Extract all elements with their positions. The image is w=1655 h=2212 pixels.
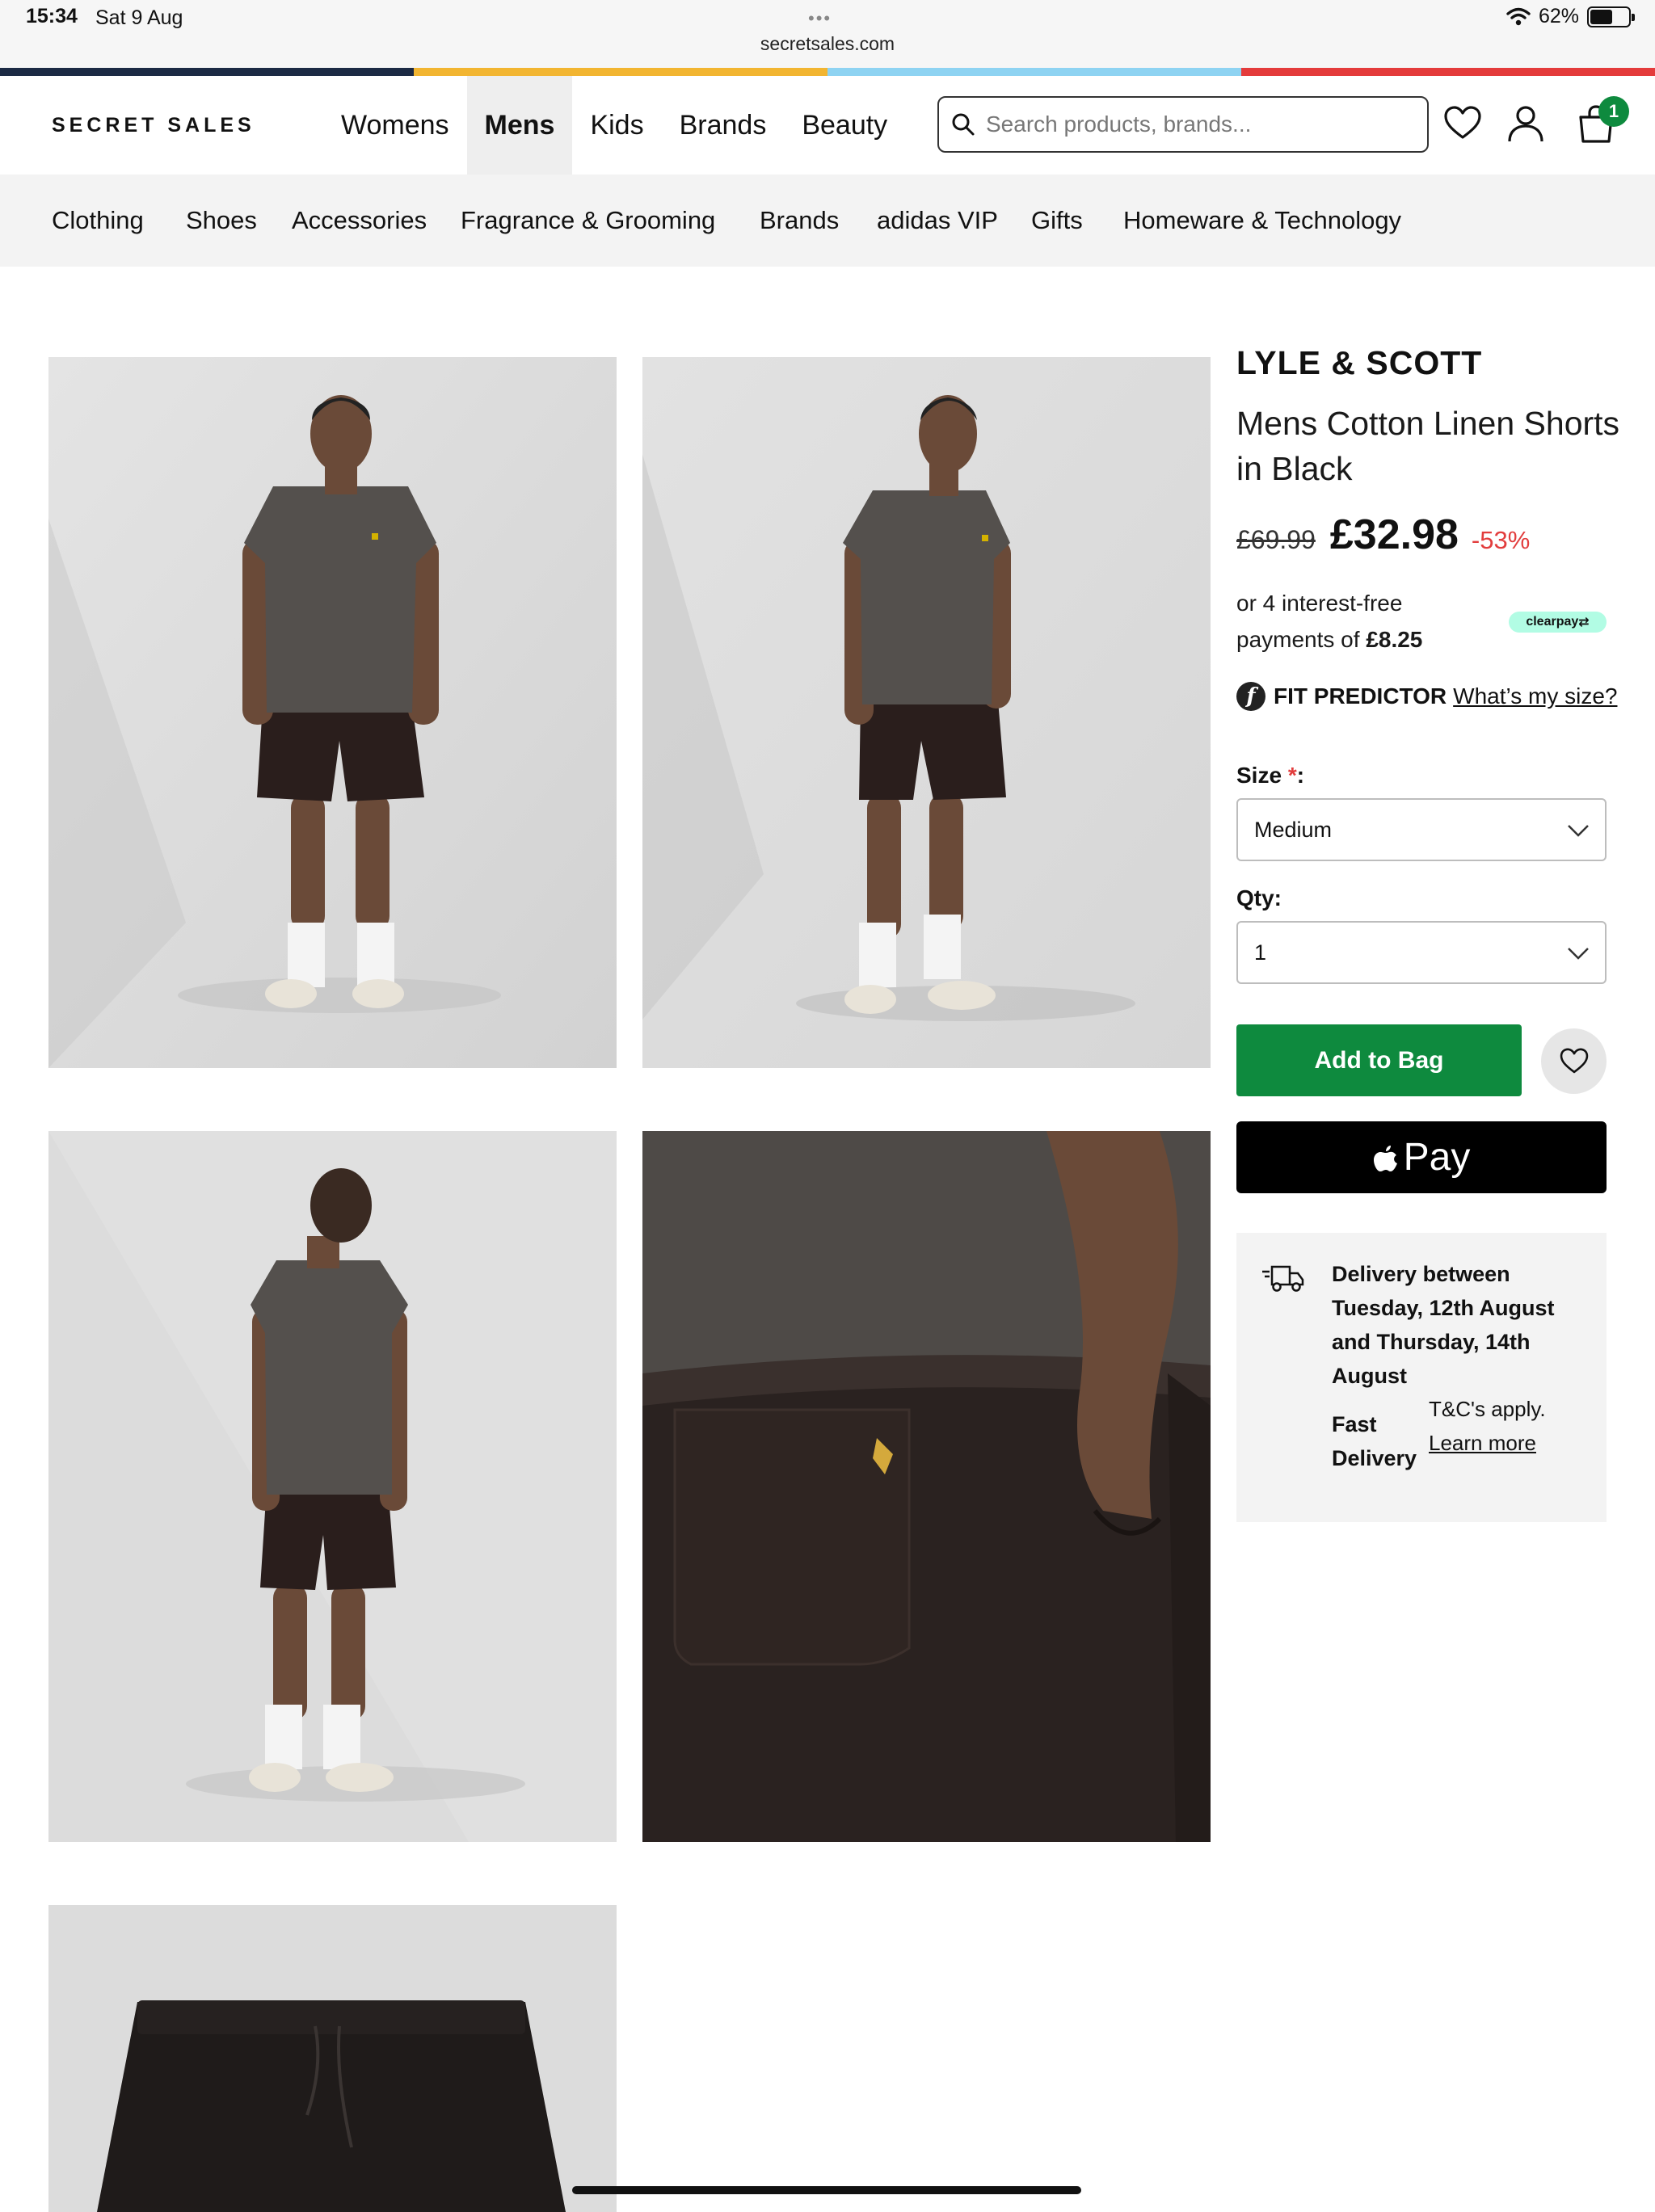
nav-item-kids[interactable]: Kids	[572, 76, 661, 175]
heart-icon	[1560, 1048, 1588, 1073]
status-bar: 15:34 Sat 9 Aug ••• secretsales.com 62%	[0, 0, 1655, 68]
original-price: £69.99	[1236, 525, 1316, 554]
subnav-homeware-technology[interactable]: Homeware & Technology	[1123, 175, 1401, 267]
product-image-side[interactable]	[642, 357, 1211, 1068]
nav-item-beauty[interactable]: Beauty	[784, 76, 905, 175]
search-icon	[952, 113, 975, 136]
subnav-clothing[interactable]: Clothing	[52, 175, 144, 267]
stripe-segment	[0, 68, 414, 76]
learn-more-link[interactable]: Learn more	[1429, 1431, 1536, 1455]
qty-selected-value: 1	[1254, 940, 1267, 965]
product-image-detail[interactable]	[642, 1131, 1211, 1842]
product-title: Mens Cotton Linen Shorts in Black	[1236, 405, 1620, 487]
fit-predictor: f FIT PREDICTOR What’s my size?	[1236, 682, 1617, 711]
nav-item-womens[interactable]: Womens	[323, 76, 467, 175]
product-image-front[interactable]	[48, 357, 617, 1068]
price-row: £69.99 £32.98 -53%	[1236, 511, 1530, 559]
subnav-brands[interactable]: Brands	[760, 175, 839, 267]
add-to-wishlist-button[interactable]	[1541, 1028, 1607, 1094]
chevron-down-icon	[1568, 948, 1589, 960]
bag-count-badge: 1	[1598, 96, 1629, 127]
search-input[interactable]	[984, 111, 1404, 138]
category-sub-nav: Clothing Shoes Accessories Fragrance & G…	[0, 175, 1655, 267]
fit-predictor-logo-icon: f	[1236, 682, 1265, 711]
size-selected-value: Medium	[1254, 817, 1333, 842]
installment-info: or 4 interest-free payments of £8.25	[1236, 585, 1495, 658]
qty-label: Qty:	[1236, 885, 1282, 910]
add-to-bag-button[interactable]: Add to Bag	[1236, 1024, 1522, 1096]
subnav-adidas-vip[interactable]: adidas VIP	[877, 175, 998, 267]
subnav-fragrance-grooming[interactable]: Fragrance & Grooming	[461, 175, 715, 267]
battery-percent: 62%	[1538, 5, 1579, 27]
home-indicator[interactable]	[572, 2186, 1081, 2194]
sale-price: £32.98	[1329, 511, 1459, 558]
fit-predictor-label: FIT PREDICTOR	[1274, 683, 1447, 709]
brand-color-stripe	[0, 68, 1655, 76]
main-nav: Womens Mens Kids Brands Beauty	[323, 76, 905, 175]
delivery-estimate: Delivery between Tuesday, 12th August an…	[1332, 1262, 1555, 1388]
date: Sat 9 Aug	[95, 6, 183, 29]
product-brand[interactable]: LYLE & SCOTT	[1236, 344, 1482, 382]
size-label-text: Size	[1236, 763, 1282, 788]
clock: 15:34	[26, 5, 78, 27]
search-box[interactable]	[937, 96, 1429, 153]
wishlist-heart-icon[interactable]	[1442, 103, 1483, 144]
product-image-back[interactable]	[48, 1131, 617, 1842]
address-bar[interactable]: secretsales.com	[0, 33, 1655, 55]
stripe-segment	[1241, 68, 1655, 76]
subnav-accessories[interactable]: Accessories	[292, 175, 427, 267]
qty-select[interactable]: 1	[1236, 921, 1607, 984]
wifi-icon	[1506, 7, 1531, 25]
delivery-info: Delivery between Tuesday, 12th August an…	[1236, 1233, 1607, 1522]
status-indicators: 62%	[1506, 5, 1635, 28]
subnav-gifts[interactable]: Gifts	[1031, 175, 1083, 267]
terms-note: T&C's apply. Learn more	[1429, 1392, 1574, 1460]
battery-icon	[1587, 6, 1635, 27]
nav-item-brands[interactable]: Brands	[662, 76, 785, 175]
size-select[interactable]: Medium	[1236, 798, 1607, 861]
fast-delivery-label: Fast Delivery	[1332, 1412, 1417, 1470]
site-logo[interactable]: SECRET SALES	[52, 114, 255, 137]
terms-text: T&C's apply.	[1429, 1397, 1546, 1421]
discount-badge: -53%	[1471, 526, 1531, 554]
chevron-down-icon	[1568, 825, 1589, 837]
clearpay-badge[interactable]: clearpay ⇄	[1509, 612, 1607, 633]
apple-pay-button[interactable]: Pay	[1236, 1121, 1607, 1193]
size-label: Size *:	[1236, 763, 1305, 788]
clearpay-arrows-icon: ⇄	[1578, 616, 1590, 629]
site-header: SECRET SALES Womens Mens Kids Brands Bea…	[0, 76, 1655, 175]
account-user-icon[interactable]	[1506, 103, 1546, 144]
nav-item-mens[interactable]: Mens	[466, 76, 573, 175]
subnav-shoes[interactable]: Shoes	[186, 175, 257, 267]
clearpay-label: clearpay	[1526, 615, 1579, 629]
product-image-flat[interactable]	[48, 1905, 617, 2212]
stripe-segment	[828, 68, 1241, 76]
whats-my-size-link[interactable]: What’s my size?	[1453, 683, 1617, 709]
installment-amount: £8.25	[1366, 627, 1423, 652]
required-asterisk: *	[1287, 763, 1297, 788]
stripe-segment	[414, 68, 828, 76]
delivery-truck-icon	[1262, 1265, 1304, 1292]
apple-pay-label: Pay	[1403, 1136, 1471, 1179]
apple-logo-icon	[1373, 1145, 1397, 1171]
more-dots-icon[interactable]: •••	[808, 8, 832, 29]
